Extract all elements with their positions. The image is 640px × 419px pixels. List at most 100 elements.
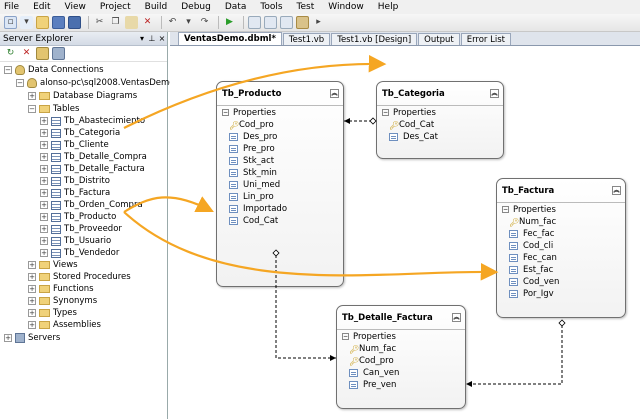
entity-property[interactable]: Pre_pro — [217, 143, 343, 155]
menu-help[interactable]: Help — [378, 2, 399, 12]
cut-icon[interactable]: ✂ — [93, 16, 106, 29]
entity-property[interactable]: Fec_can — [497, 252, 625, 264]
entity-property[interactable]: Est_fac — [497, 264, 625, 276]
expand-icon[interactable]: + — [40, 213, 48, 221]
entity-property[interactable]: 🔑︎ Cod_Cat — [377, 119, 503, 131]
collapse-icon[interactable]: − — [4, 66, 12, 74]
undo-icon[interactable]: ↶ — [166, 16, 179, 29]
add-item-icon[interactable]: ▾ — [20, 16, 33, 29]
expand-icon[interactable]: + — [40, 165, 48, 173]
tree-folder-item[interactable]: + Functions — [28, 283, 94, 295]
menu-window[interactable]: Window — [328, 2, 364, 12]
expand-icon[interactable]: + — [4, 334, 12, 342]
expand-icon[interactable]: + — [28, 273, 36, 281]
connect-database-icon[interactable] — [36, 47, 49, 60]
expand-icon[interactable]: + — [40, 249, 48, 257]
entity-property[interactable]: Des_pro — [217, 131, 343, 143]
entity-property[interactable]: Uni_med — [217, 179, 343, 191]
properties-window-icon[interactable] — [280, 16, 293, 29]
properties-section[interactable]: − Properties — [217, 106, 343, 119]
expand-icon[interactable]: + — [40, 225, 48, 233]
expand-icon[interactable]: + — [28, 309, 36, 317]
tree-table-item[interactable]: + Tb_Detalle_Factura — [40, 163, 145, 175]
collapse-entity-icon[interactable]: ︽ — [490, 89, 499, 98]
entity-property[interactable]: Importado — [217, 203, 343, 215]
undo-dropdown-icon[interactable]: ▾ — [182, 16, 195, 29]
collapse-icon[interactable]: − — [382, 109, 389, 116]
entity-tb-categoria[interactable]: Tb_Categoria ︽ − Properties 🔑︎ Cod_Cat Des… — [376, 81, 504, 159]
tree-table-item[interactable]: + Tb_Cliente — [40, 139, 109, 151]
menu-tools[interactable]: Tools — [260, 2, 282, 12]
expand-icon[interactable]: + — [40, 201, 48, 209]
collapse-icon[interactable]: − — [16, 79, 24, 87]
properties-section[interactable]: − Properties — [377, 106, 503, 119]
menu-project[interactable]: Project — [100, 2, 131, 12]
window-position-icon[interactable]: ▾ — [137, 34, 147, 43]
menu-build[interactable]: Build — [145, 2, 168, 12]
expand-icon[interactable]: + — [28, 92, 36, 100]
tree-table-item[interactable]: + Tb_Categoria — [40, 127, 120, 139]
collapse-icon[interactable]: − — [28, 105, 36, 113]
menu-view[interactable]: View — [65, 2, 86, 12]
tree-data-connections[interactable]: − Data Connections — [4, 64, 104, 76]
close-icon[interactable]: × — [157, 34, 167, 43]
expand-icon[interactable]: + — [40, 141, 48, 149]
collapse-icon[interactable]: − — [222, 109, 229, 116]
expand-icon[interactable]: + — [40, 117, 48, 125]
tree-folder-item[interactable]: + Types — [28, 307, 77, 319]
tree-folder-item[interactable]: + Stored Procedures — [28, 271, 131, 283]
entity-tb-detalle-factura[interactable]: Tb_Detalle_Factura ︽ − Properties 🔑︎ Num_f… — [336, 305, 466, 409]
tree-database-diagrams[interactable]: + Database Diagrams — [28, 90, 137, 102]
entity-property[interactable]: Por_Igv — [497, 288, 625, 300]
more-tools-icon[interactable]: ▸ — [312, 16, 325, 29]
entity-property[interactable]: Lin_pro — [217, 191, 343, 203]
solution-explorer-icon[interactable] — [264, 16, 277, 29]
expand-icon[interactable]: + — [40, 237, 48, 245]
properties-section[interactable]: − Properties — [337, 330, 465, 343]
tree-table-item[interactable]: + Tb_Proveedor — [40, 223, 122, 235]
tree-table-item[interactable]: + Tb_Orden_Compra — [40, 199, 143, 211]
collapse-icon[interactable]: − — [502, 206, 509, 213]
entity-tb-producto[interactable]: Tb_Producto ︽ − Properties 🔑︎ Cod_pro Des_… — [216, 81, 344, 287]
entity-property[interactable]: Cod_cli — [497, 240, 625, 252]
tree-table-item[interactable]: + Tb_Usuario — [40, 235, 111, 247]
entity-property[interactable]: 🔑︎ Num_fac — [337, 343, 465, 355]
expand-icon[interactable]: + — [40, 189, 48, 197]
new-project-icon[interactable]: ▫ — [4, 16, 17, 29]
tree-tables[interactable]: − Tables — [28, 103, 79, 115]
tree-table-item[interactable]: + Tb_Abastecimiento — [40, 115, 145, 127]
expand-icon[interactable]: + — [28, 297, 36, 305]
menu-test[interactable]: Test — [297, 2, 315, 12]
paste-icon[interactable] — [125, 16, 138, 29]
copy-icon[interactable]: ❐ — [109, 16, 122, 29]
collapse-entity-icon[interactable]: ︽ — [452, 313, 461, 322]
collapse-icon[interactable]: − — [342, 333, 349, 340]
tab-test1-vb[interactable]: Test1.vb — [282, 33, 331, 45]
entity-property[interactable]: Stk_min — [217, 167, 343, 179]
start-debugging-icon[interactable]: ▶ — [223, 16, 236, 29]
tree-connection[interactable]: − alonso-pc\sql2008.VentasDemo.dbo — [16, 77, 193, 89]
toolbox-icon[interactable] — [296, 16, 309, 29]
save-all-icon[interactable] — [68, 16, 81, 29]
entity-property[interactable]: 🔑︎ Cod_pro — [217, 119, 343, 131]
entity-property[interactable]: Fec_fac — [497, 228, 625, 240]
tab-test1-vb-design[interactable]: Test1.vb [Design] — [331, 33, 418, 45]
entity-property[interactable]: 🔑︎ Num_fac — [497, 216, 625, 228]
tree-folder-item[interactable]: + Synonyms — [28, 295, 97, 307]
redo-icon[interactable]: ↷ — [198, 16, 211, 29]
tab-ventasdemo-dbml[interactable]: VentasDemo.dbml* — [178, 32, 282, 45]
collapse-entity-icon[interactable]: ︽ — [330, 89, 339, 98]
tree-table-item[interactable]: + Tb_Factura — [40, 187, 110, 199]
entity-property[interactable]: Des_Cat — [377, 131, 503, 143]
tree-table-item[interactable]: + Tb_Distrito — [40, 175, 110, 187]
stop-refresh-icon[interactable]: ✕ — [20, 47, 33, 60]
tree-table-item[interactable]: + Tb_Producto — [40, 211, 116, 223]
expand-icon[interactable]: + — [28, 285, 36, 293]
entity-property[interactable]: 🔑︎ Cod_pro — [337, 355, 465, 367]
tree-table-item[interactable]: + Tb_Detalle_Compra — [40, 151, 147, 163]
tab-output[interactable]: Output — [418, 33, 460, 45]
collapse-entity-icon[interactable]: ︽ — [612, 186, 621, 195]
entity-property[interactable]: Stk_act — [217, 155, 343, 167]
tab-error-list[interactable]: Error List — [460, 33, 511, 45]
tree-servers[interactable]: + Servers — [4, 332, 60, 344]
